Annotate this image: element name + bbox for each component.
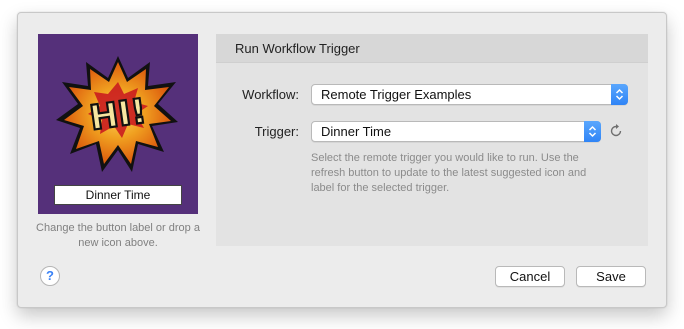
trigger-helper-text: Select the remote trigger you would like…: [311, 152, 587, 194]
dialog-window: HI! Dinner Time Change the button label …: [17, 12, 667, 308]
chevron-up-down-icon: [588, 125, 597, 138]
trigger-label: Trigger:: [254, 124, 299, 139]
trigger-settings-panel: Run Workflow Trigger Workflow: Remote Tr…: [216, 34, 648, 246]
workflow-select-value: Remote Trigger Examples: [321, 87, 472, 102]
refresh-button[interactable]: [607, 122, 625, 140]
trigger-select-stepper[interactable]: [584, 121, 601, 142]
save-button[interactable]: Save: [576, 266, 646, 287]
refresh-icon: [610, 124, 622, 137]
workflow-select-stepper[interactable]: [611, 84, 628, 105]
cancel-button[interactable]: Cancel: [495, 266, 565, 287]
preview-hint-text: Change the button label or drop a new ic…: [36, 222, 200, 249]
chevron-up-down-icon: [615, 88, 624, 101]
icon-hi-text: HI!: [87, 91, 149, 138]
help-button[interactable]: ?: [40, 266, 60, 286]
button-label-field[interactable]: Dinner Time: [54, 185, 182, 205]
workflow-select[interactable]: Remote Trigger Examples: [311, 84, 628, 105]
trigger-select-value: Dinner Time: [321, 124, 392, 139]
panel-title: Run Workflow Trigger: [216, 34, 648, 63]
workflow-label: Workflow:: [242, 87, 299, 102]
icon-preview-tile[interactable]: HI! Dinner Time: [38, 34, 198, 214]
comic-hi-burst-icon: HI!: [56, 56, 178, 172]
trigger-select[interactable]: Dinner Time: [311, 121, 601, 142]
